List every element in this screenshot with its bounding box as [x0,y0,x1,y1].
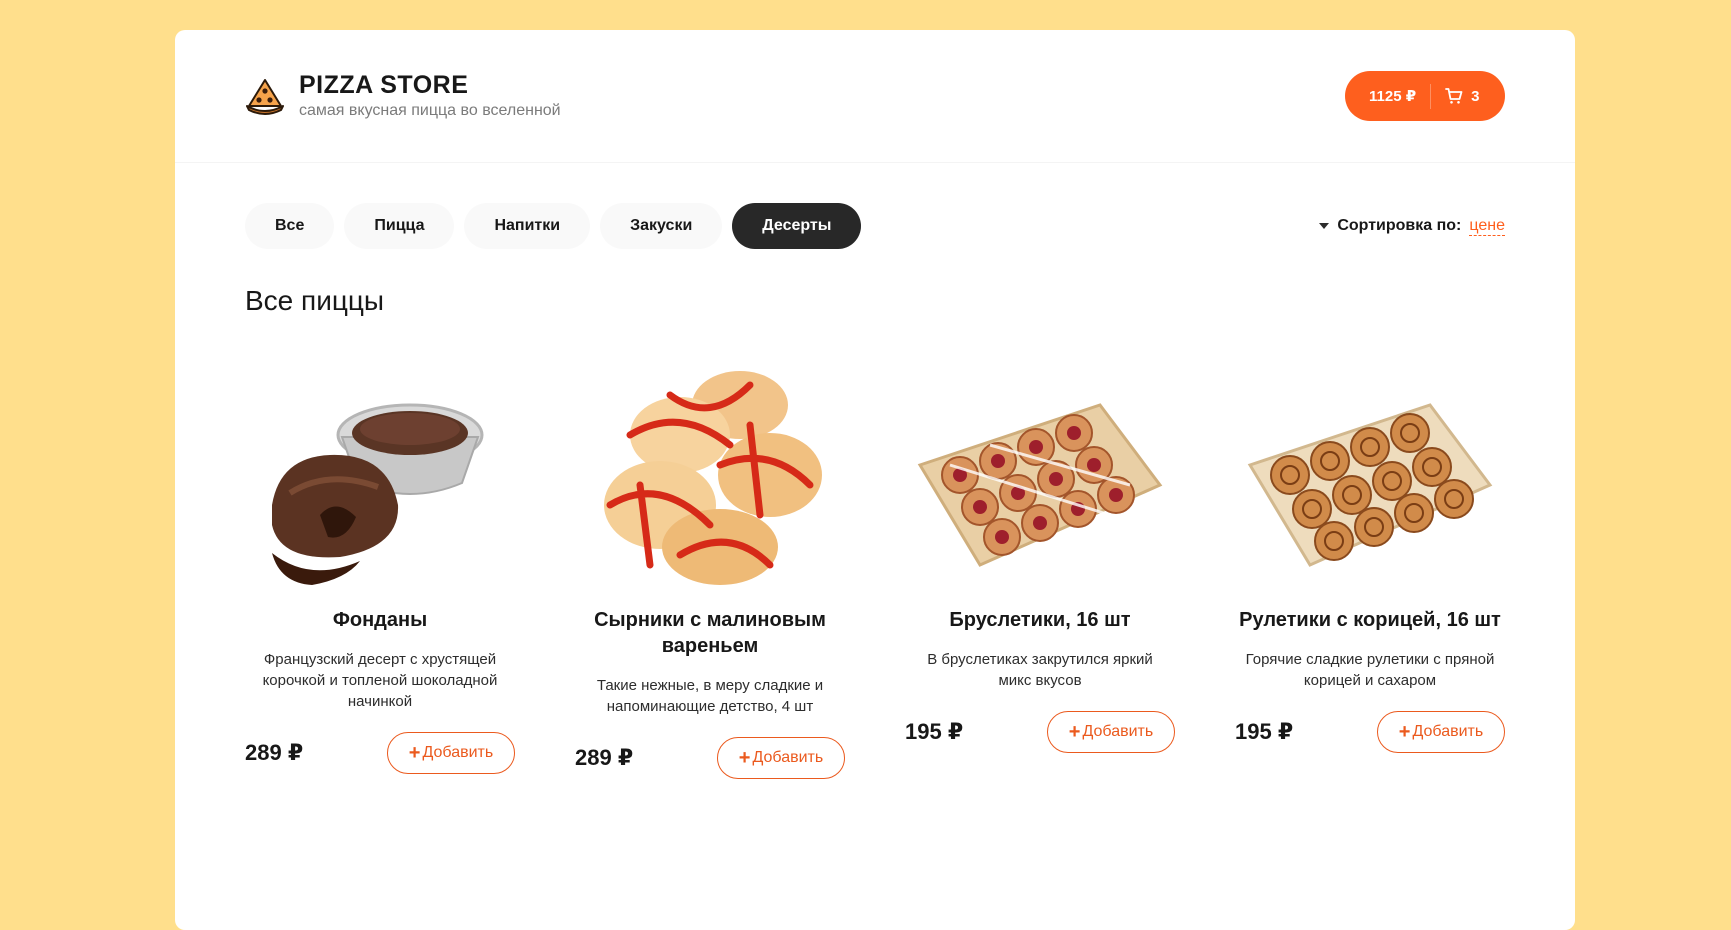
product-image-bruslettiki [917,403,1163,567]
category-drinks[interactable]: Напитки [464,203,591,249]
product-description: Такие нежные, в меру сладкие и напоминаю… [596,677,824,715]
section-title: Все пиццы [245,285,385,316]
product-card: Сырники с малиновым вареньем Такие нежны… [575,365,845,779]
add-button-label: Добавить [1082,723,1154,740]
product-image-syrniki [604,371,822,585]
add-button-label: Добавить [752,749,824,766]
product-description: В бруслетиках закрутился яркий микс вкус… [927,651,1153,689]
sort-arrow-icon[interactable] [1319,223,1330,229]
plus-icon: + [1068,721,1081,743]
product-grid: Фонданы Французский десерт с хрустящей к… [245,365,1505,779]
product-description: Горячие сладкие рулетики с пряной корице… [1245,651,1495,689]
plus-icon: + [1398,721,1411,743]
add-button-label: Добавить [422,744,494,761]
product-image-fondant [272,403,484,585]
store-subtitle: самая вкусная пицца во вселенной [299,102,561,119]
product-card: Бруслетики, 16 шт В бруслетиках закрутил… [905,365,1175,779]
product-title: Бруслетики, 16 шт [949,609,1131,631]
product-footer: 289 ₽ + Добавить [245,732,515,774]
product-price: 289 ₽ [245,740,304,765]
cart-total: 1125 ₽ [1369,88,1417,105]
product-description: Французский десерт с хрустящей корочкой … [262,651,498,710]
add-to-cart-button[interactable]: + Добавить [387,732,515,774]
add-to-cart-button[interactable]: + Добавить [1047,711,1175,753]
product-title: Сырники с малиновым вареньем [594,609,826,657]
sort-control: Сортировка по: цене [1319,217,1505,236]
product-title: Фонданы [332,609,428,631]
logo[interactable]: PIZZA STORE самая вкусная пицца во вселе… [245,71,561,121]
product-image-cinnamon-rolls [1247,403,1493,567]
category-list: Все Пицца Напитки Закуски Десерты [245,203,871,249]
product-footer: 195 ₽ + Добавить [1235,711,1505,753]
plus-icon: + [408,742,421,764]
pizza-slice-icon [246,79,284,115]
product-card: Рулетики с корицей, 16 шт Горячие сладки… [1235,365,1505,779]
category-snacks[interactable]: Закуски [600,203,723,249]
main-content: Все Пицца Напитки Закуски Десерты Сортир… [175,163,1575,779]
store-title: PIZZA STORE [299,71,469,99]
add-to-cart-button[interactable]: + Добавить [717,737,845,779]
page-container: PIZZA STORE самая вкусная пицца во вселе… [175,30,1575,930]
cart-icon [1445,88,1463,104]
product-price: 195 ₽ [1235,719,1294,744]
cart-button[interactable]: 1125 ₽ 3 [1345,71,1505,121]
sort-label: Сортировка по: [1337,217,1462,234]
plus-icon: + [738,747,751,769]
category-desserts[interactable]: Десерты [732,203,862,249]
product-price: 289 ₽ [575,745,634,770]
header: PIZZA STORE самая вкусная пицца во вселе… [175,30,1575,163]
product-title: Рулетики с корицей, 16 шт [1239,609,1501,631]
add-button-label: Добавить [1412,723,1484,740]
cart-divider [1430,83,1432,109]
product-price: 195 ₽ [905,719,964,744]
category-all[interactable]: Все [245,203,335,249]
sort-value[interactable]: цене [1469,217,1505,236]
add-to-cart-button[interactable]: + Добавить [1377,711,1505,753]
category-pizza[interactable]: Пицца [344,203,455,249]
product-card: Фонданы Французский десерт с хрустящей к… [245,365,515,779]
product-footer: 289 ₽ + Добавить [575,737,845,779]
cart-count: 3 [1471,87,1480,105]
filter-row: Все Пицца Напитки Закуски Десерты Сортир… [245,203,1505,249]
product-footer: 195 ₽ + Добавить [905,711,1175,753]
